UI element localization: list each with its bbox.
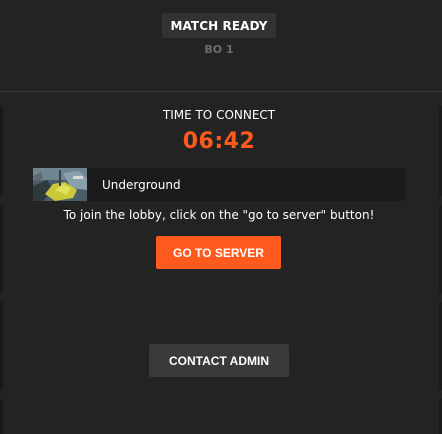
contact-admin-button[interactable]: CONTACT ADMIN [149, 344, 289, 377]
go-to-server-button[interactable]: GO TO SERVER [156, 236, 281, 269]
map-name: Underground [102, 177, 181, 192]
match-format-label: BO 1 [204, 43, 234, 56]
map-row: Underground [33, 168, 405, 201]
connect-countdown-timer: 06:42 [182, 129, 256, 154]
map-thumbnail [33, 168, 87, 201]
left-divider [0, 399, 3, 434]
join-instructions: To join the lobby, click on the "go to s… [63, 208, 375, 222]
map-thumbnail-image [33, 168, 87, 201]
left-divider [0, 302, 3, 390]
match-header: MATCH READY BO 1 [0, 0, 442, 92]
time-to-connect-label: TIME TO CONNECT [162, 108, 276, 122]
match-status-badge: MATCH READY [162, 13, 276, 38]
